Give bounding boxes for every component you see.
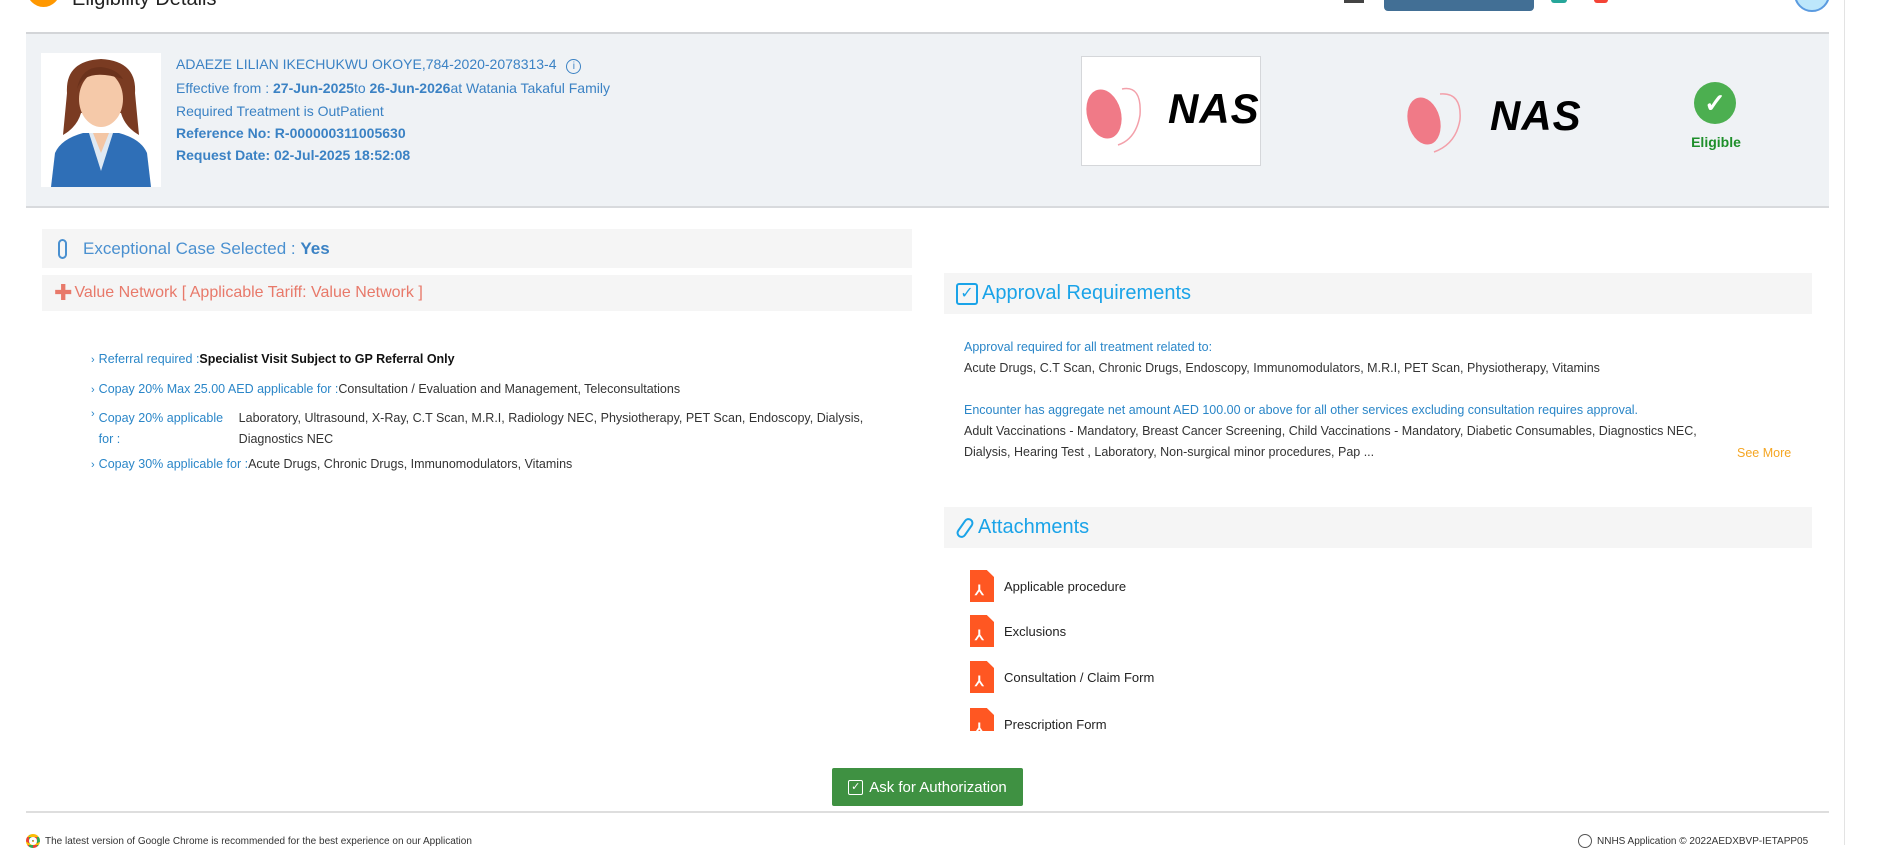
ask-authorization-button[interactable]: ✓ Ask for Authorization	[832, 768, 1023, 806]
attachment-label[interactable]: Exclusions	[1004, 624, 1066, 639]
divider	[26, 811, 1829, 813]
attachment-item[interactable]: ⅄ Consultation / Claim Form	[970, 661, 1154, 693]
pdf-icon: ⅄	[970, 615, 994, 647]
attachment-label[interactable]: Prescription Form	[1004, 717, 1107, 732]
copyright: NNHS Application © 2022AEDXBVP-IETAPP05	[1578, 834, 1808, 848]
browser-notice: The latest version of Google Chrome is r…	[26, 834, 472, 848]
chrome-icon	[26, 834, 40, 848]
attachment-item[interactable]: ⅄ Exclusions	[970, 615, 1066, 647]
checkbox-icon: ✓	[848, 779, 864, 795]
copyright-icon	[1578, 834, 1592, 848]
attachment-label[interactable]: Applicable procedure	[1004, 579, 1126, 594]
ask-authorization-label: Ask for Authorization	[869, 778, 1007, 796]
attachment-item[interactable]: ⅄ Applicable procedure	[970, 570, 1126, 602]
pdf-icon: ⅄	[970, 570, 994, 602]
pdf-icon: ⅄	[970, 661, 994, 693]
attachment-label[interactable]: Consultation / Claim Form	[1004, 670, 1154, 685]
attachment-item[interactable]: ⅄ Prescription Form	[970, 708, 1107, 731]
pdf-icon: ⅄	[970, 708, 994, 731]
